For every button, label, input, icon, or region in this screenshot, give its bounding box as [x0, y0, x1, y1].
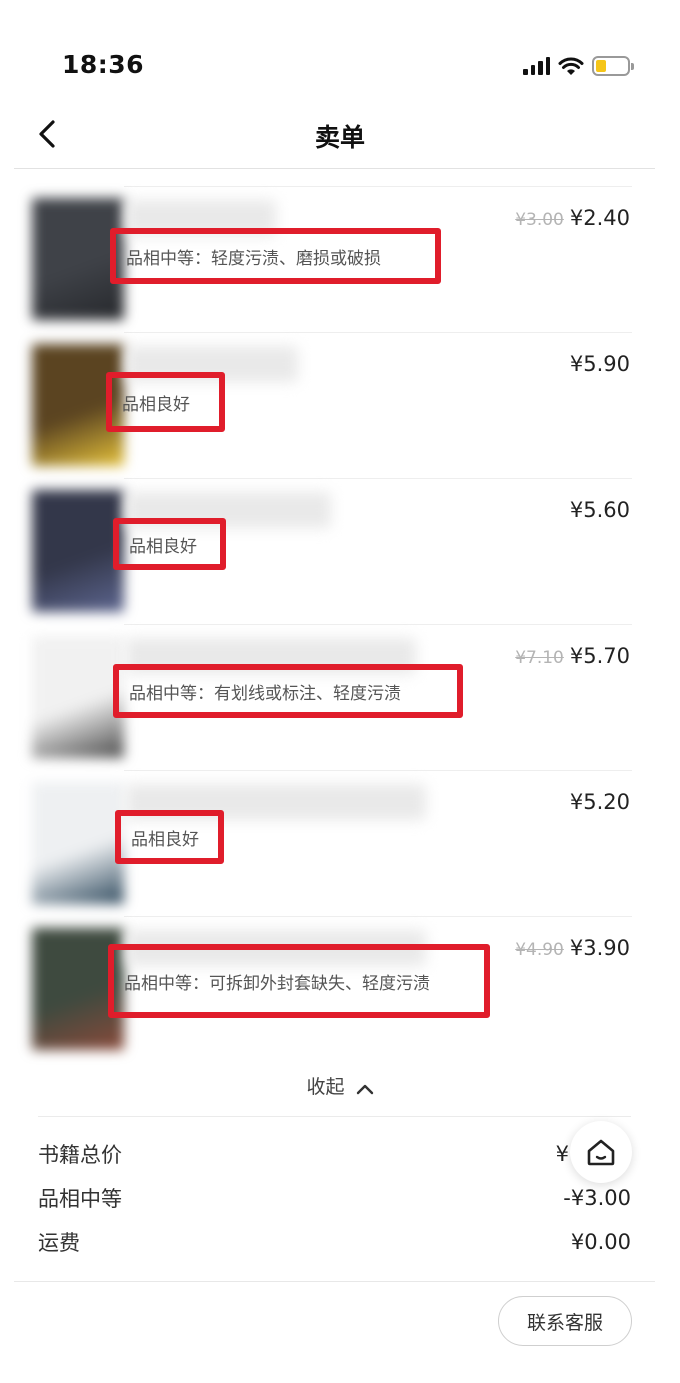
price: ¥3.90	[569, 936, 630, 960]
condition-label: 品相良好	[113, 518, 226, 570]
shipping-value: ¥0.00	[570, 1230, 631, 1254]
list-item[interactable]: ¥5.90 品相良好	[0, 332, 680, 478]
summary-condition-row: 品相中等 -¥3.00	[38, 1178, 631, 1218]
condition-label: 品相中等：轻度污渍、磨损或破损	[110, 228, 441, 284]
price: ¥2.40	[569, 206, 630, 230]
collapse-label: 收起	[306, 1076, 345, 1098]
total-label: 书籍总价	[38, 1143, 122, 1167]
book-cover-image	[32, 636, 124, 758]
original-price: ¥7.10	[515, 648, 564, 668]
summary-divider	[38, 1116, 631, 1117]
list-item[interactable]: ¥3.00 ¥2.40 品相中等：轻度污渍、磨损或破损	[0, 186, 680, 332]
list-item[interactable]: ¥5.60 品相良好	[0, 478, 680, 624]
list-item[interactable]: ¥7.10 ¥5.70 品相中等：有划线或标注、轻度污渍	[0, 624, 680, 770]
price: ¥5.20	[569, 790, 630, 814]
price-box: ¥5.20	[564, 790, 630, 814]
footer-divider	[14, 1281, 655, 1282]
nav-bar: 卖单	[0, 100, 680, 170]
cellular-signal-icon	[523, 57, 550, 75]
row-divider	[124, 916, 632, 917]
price-box: ¥7.10 ¥5.70	[515, 644, 630, 668]
home-button[interactable]	[570, 1121, 632, 1183]
home-icon	[587, 1139, 615, 1166]
price-box: ¥5.60	[564, 498, 630, 522]
status-time: 18:36	[62, 50, 145, 79]
status-icons	[523, 54, 634, 78]
row-divider	[124, 186, 632, 187]
contact-service-button[interactable]: 联系客服	[498, 1296, 632, 1346]
condition-label: 品相中等：有划线或标注、轻度污渍	[113, 664, 463, 718]
price-box: ¥3.00 ¥2.40	[515, 206, 630, 230]
original-price: ¥4.90	[515, 940, 564, 960]
total-value: ¥	[555, 1142, 569, 1166]
collapse-button[interactable]: 收起	[0, 1072, 680, 1099]
page-title: 卖单	[314, 123, 365, 152]
book-cover-image	[32, 782, 124, 904]
price: ¥5.70	[569, 644, 630, 668]
wifi-icon	[558, 57, 584, 75]
shipping-label: 运费	[38, 1231, 80, 1255]
nav-divider	[14, 168, 655, 169]
condition-discount-value: -¥3.00	[563, 1186, 631, 1210]
condition-discount-label: 品相中等	[38, 1187, 122, 1211]
summary-shipping-row: 运费 ¥0.00	[38, 1222, 631, 1262]
list-item[interactable]: ¥5.20 品相良好	[0, 770, 680, 916]
summary-total-row: 书籍总价 ¥	[38, 1134, 631, 1174]
row-divider	[124, 624, 632, 625]
original-price: ¥3.00	[515, 210, 564, 230]
list-item[interactable]: ¥4.90 ¥3.90 品相中等：可拆卸外封套缺失、轻度污渍	[0, 916, 680, 1062]
row-divider	[124, 332, 632, 333]
condition-label: 品相良好	[106, 372, 225, 432]
chevron-up-icon	[356, 1084, 373, 1094]
book-list: ¥3.00 ¥2.40 品相中等：轻度污渍、磨损或破损 ¥5.90 品相良好 ¥…	[0, 186, 680, 1062]
row-divider	[124, 478, 632, 479]
row-divider	[124, 770, 632, 771]
battery-icon	[592, 56, 634, 76]
price-box: ¥5.90	[564, 352, 630, 376]
condition-label: 品相良好	[115, 810, 224, 864]
book-cover-image	[32, 490, 124, 612]
status-bar: 18:36	[0, 0, 680, 100]
price-box: ¥4.90 ¥3.90	[515, 936, 630, 960]
price: ¥5.90	[569, 352, 630, 376]
condition-label: 品相中等：可拆卸外封套缺失、轻度污渍	[108, 944, 490, 1018]
price: ¥5.60	[569, 498, 630, 522]
